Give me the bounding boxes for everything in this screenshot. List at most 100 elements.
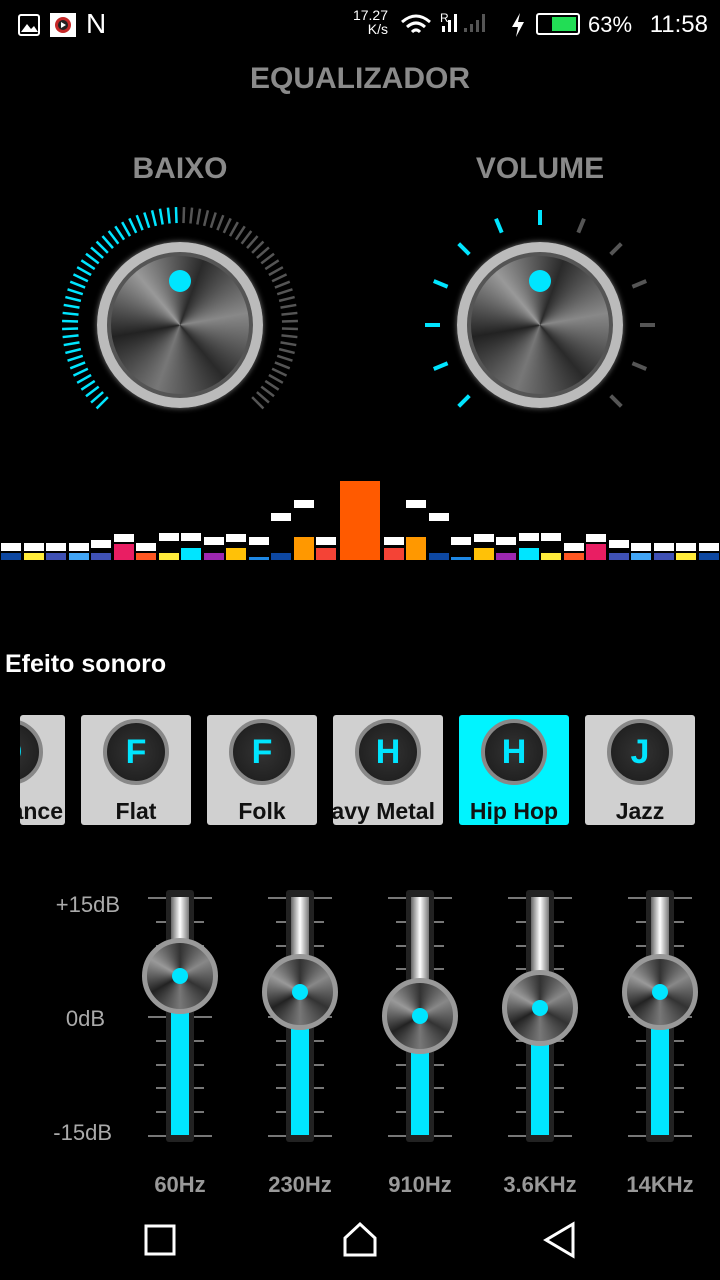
scale-tick bbox=[314, 1135, 332, 1137]
level-tick bbox=[268, 266, 284, 277]
spectrum-peak bbox=[136, 543, 156, 552]
slider-thumb[interactable] bbox=[262, 954, 338, 1031]
freq-label: 3.6KHz bbox=[503, 1172, 577, 1197]
level-tick bbox=[260, 252, 275, 265]
scale-tick bbox=[674, 1087, 684, 1090]
scale-tick bbox=[434, 920, 444, 923]
scale-tick bbox=[554, 968, 564, 971]
spectrum-peak bbox=[586, 533, 606, 542]
eq-slider-3.6khz[interactable] bbox=[502, 890, 578, 1142]
recents-button[interactable] bbox=[135, 1215, 185, 1265]
volume-label: VOLUME bbox=[475, 152, 605, 185]
spectrum-peak bbox=[496, 537, 516, 546]
home-button[interactable] bbox=[335, 1215, 385, 1265]
preset-label: Jazz bbox=[615, 798, 665, 824]
level-tick bbox=[209, 212, 217, 229]
db-zero-label: 0dB bbox=[65, 1006, 105, 1031]
spectrum-bar bbox=[46, 552, 66, 560]
scale-tick bbox=[314, 920, 324, 923]
scale-tick bbox=[396, 968, 406, 971]
spectrum-peak bbox=[608, 540, 629, 549]
spectrum-peak bbox=[428, 513, 449, 522]
level-tick bbox=[631, 279, 648, 289]
level-tick bbox=[432, 361, 449, 371]
eq-slider-230hz[interactable] bbox=[262, 890, 338, 1142]
eq-slider-14khz[interactable] bbox=[622, 890, 698, 1142]
db-min-label: -15dB bbox=[53, 1120, 112, 1145]
page-title: EQUALIZADOR bbox=[250, 62, 470, 95]
preset-letter-icon: F bbox=[103, 719, 169, 785]
eq-slider-910hz[interactable] bbox=[382, 890, 458, 1142]
scale-tick bbox=[276, 920, 286, 923]
battery-percent: 63% bbox=[588, 12, 633, 37]
back-button[interactable] bbox=[535, 1215, 585, 1265]
spectrum-bar bbox=[676, 552, 696, 560]
level-tick bbox=[222, 217, 232, 234]
preset-letter-icon: H bbox=[481, 719, 547, 785]
preset-heavy-metal[interactable]: H Heavy Metal bbox=[333, 715, 443, 825]
spectrum-bar bbox=[406, 537, 426, 560]
scale-tick bbox=[314, 1111, 324, 1114]
spectrum-peak bbox=[451, 537, 471, 546]
thumb-dot bbox=[292, 984, 308, 1001]
eq-slider-60hz[interactable] bbox=[142, 890, 218, 1142]
spectrum-bar bbox=[496, 552, 516, 560]
scale-tick bbox=[554, 920, 564, 923]
spectrum-bar bbox=[428, 552, 449, 560]
scale-tick bbox=[314, 1063, 324, 1066]
level-tick bbox=[494, 217, 504, 234]
signal-icon: R bbox=[440, 11, 485, 32]
scale-tick bbox=[674, 1039, 684, 1042]
level-tick bbox=[278, 295, 295, 303]
level-tick bbox=[432, 279, 449, 289]
slider-thumb[interactable] bbox=[622, 954, 698, 1031]
scale-tick bbox=[674, 1135, 692, 1137]
scale-tick bbox=[314, 944, 324, 947]
scale-tick bbox=[276, 1039, 286, 1042]
preset-folk[interactable]: F Folk bbox=[207, 715, 317, 825]
scale-tick bbox=[156, 1039, 166, 1042]
slider-thumb[interactable] bbox=[382, 978, 458, 1054]
preset-jazz[interactable]: J Jazz bbox=[585, 715, 695, 825]
scale-tick bbox=[156, 1087, 166, 1090]
preset-flat[interactable]: F Flat bbox=[81, 715, 191, 825]
volume-knob[interactable] bbox=[457, 242, 623, 408]
preset-hip-hop[interactable]: H Hip Hop bbox=[459, 715, 569, 825]
preset-dance[interactable]: D Dance bbox=[20, 715, 65, 825]
scale-tick bbox=[554, 1135, 572, 1137]
level-tick bbox=[72, 273, 89, 283]
slider-thumb[interactable] bbox=[502, 970, 578, 1047]
level-tick bbox=[264, 379, 280, 391]
clock: 11:58 bbox=[649, 11, 708, 38]
scale-tick bbox=[396, 920, 406, 923]
scale-tick bbox=[156, 1111, 166, 1114]
level-tick bbox=[101, 235, 114, 249]
spectrum-peak bbox=[46, 543, 66, 552]
spectrum-bar bbox=[226, 548, 246, 560]
spectrum-bar bbox=[383, 548, 404, 560]
scale-tick bbox=[516, 1087, 526, 1090]
slider-thumb[interactable] bbox=[142, 938, 218, 1015]
spectrum-bar bbox=[518, 548, 539, 560]
scale-tick bbox=[636, 1087, 646, 1090]
level-tick bbox=[196, 208, 202, 225]
bass-knob[interactable] bbox=[97, 242, 263, 408]
spectrum-peak bbox=[563, 543, 584, 552]
level-tick bbox=[174, 207, 178, 224]
svg-text:R: R bbox=[440, 11, 449, 25]
level-tick bbox=[72, 367, 89, 377]
level-tick bbox=[85, 252, 100, 265]
scale-tick bbox=[434, 1063, 444, 1066]
notification-n: N bbox=[86, 8, 107, 39]
level-tick bbox=[95, 240, 109, 254]
spectrum-peak bbox=[676, 543, 696, 552]
scale-tick bbox=[194, 1087, 204, 1090]
preset-letter-icon: H bbox=[355, 719, 421, 785]
level-tick bbox=[63, 303, 80, 309]
scale-tick bbox=[516, 920, 526, 923]
level-tick bbox=[631, 361, 648, 371]
spectrum-bar bbox=[203, 552, 224, 560]
level-tick bbox=[276, 354, 293, 362]
scale-tick bbox=[674, 920, 684, 923]
level-tick bbox=[576, 217, 586, 234]
